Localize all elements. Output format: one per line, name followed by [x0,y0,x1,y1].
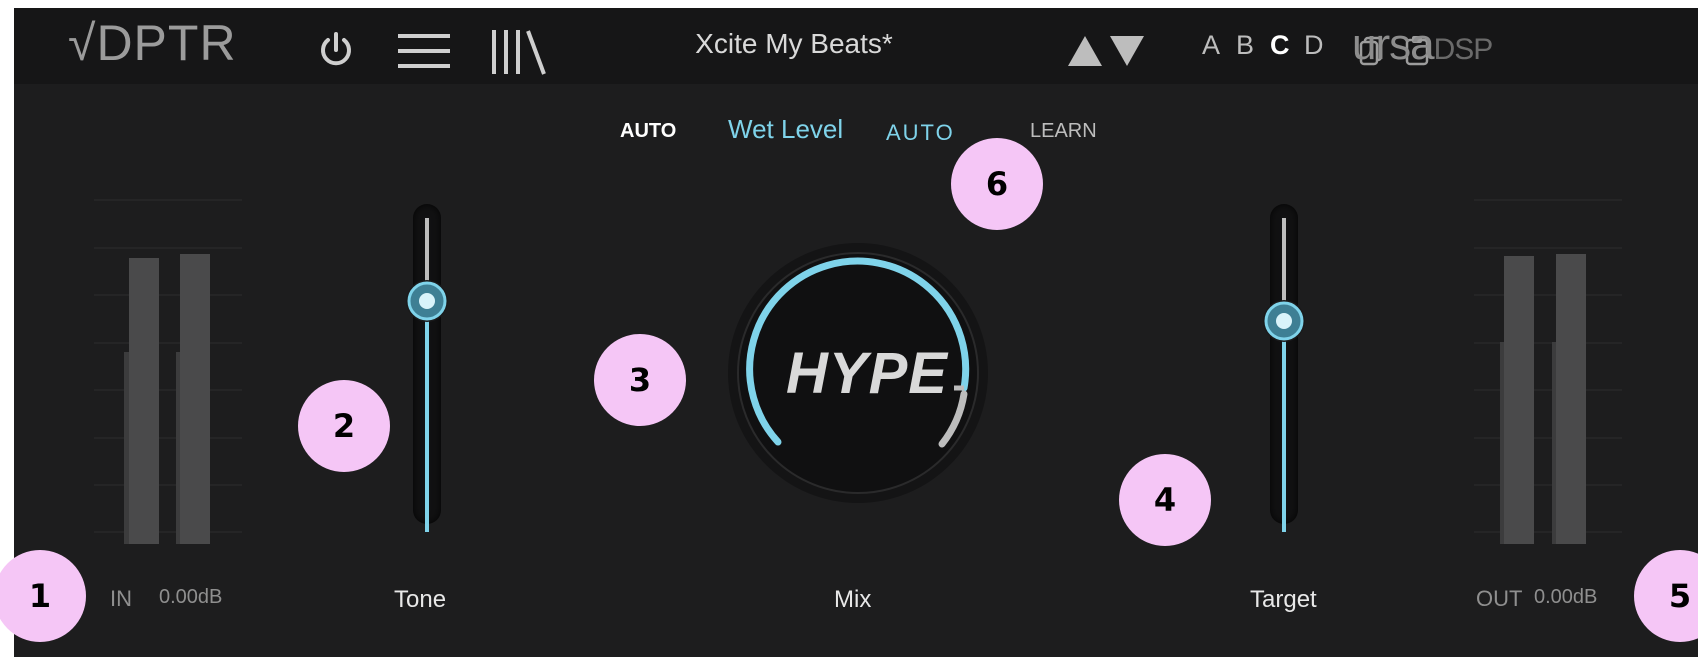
next-preset-icon[interactable] [1108,34,1146,68]
vendor-suffix: DSP [1433,33,1494,66]
adptr-logo: √DPTR [68,15,237,71]
tone-slider-handle[interactable] [402,276,452,326]
slot-b-button[interactable]: B [1236,30,1254,61]
output-level-readout: 0.00dB [1534,586,1598,608]
vendor-name: ursa [1352,20,1435,69]
tone-label: Tone [394,586,447,613]
auto-left-button[interactable]: AUTO [620,120,676,143]
learn-button[interactable]: LEARN [1030,120,1097,143]
hype-logo: HYPE [786,341,948,406]
plugin-window: √DPTR Xcite My Beats* A B C D ursaDSP AU… [14,8,1698,657]
input-label: IN [110,586,132,611]
mix-label: Mix [834,586,872,613]
slot-d-button[interactable]: D [1304,30,1324,61]
slot-a-button[interactable]: A [1202,30,1220,61]
menu-icon[interactable] [396,30,452,72]
previous-preset-icon[interactable] [1066,34,1104,68]
power-icon[interactable] [316,30,356,70]
input-level-readout: 0.00dB [159,586,223,608]
library-icon[interactable] [488,28,552,76]
top-toolbar: √DPTR Xcite My Beats* A B C D ursaDSP [14,8,1698,84]
input-meter [94,199,242,544]
callout-badge-3: 3 [594,334,686,426]
callout-badge-6: 6 [951,138,1043,230]
tone-slider-fill [425,218,429,532]
preset-name[interactable]: Xcite My Beats* [654,28,934,60]
target-slider-fill [1282,218,1286,532]
ursa-dsp-logo: ursaDSP [1352,20,1494,70]
target-slider-handle[interactable] [1259,296,1309,346]
auto-right-button[interactable]: AUTO [886,120,955,146]
output-meter [1474,199,1622,544]
slot-c-button[interactable]: C [1270,30,1290,61]
callout-badge-2: 2 [298,380,390,472]
automation-param-name[interactable]: Wet Level [728,114,843,145]
output-label: OUT [1476,586,1523,611]
target-label: Target [1250,586,1317,613]
callout-badge-4: 4 [1119,454,1211,546]
